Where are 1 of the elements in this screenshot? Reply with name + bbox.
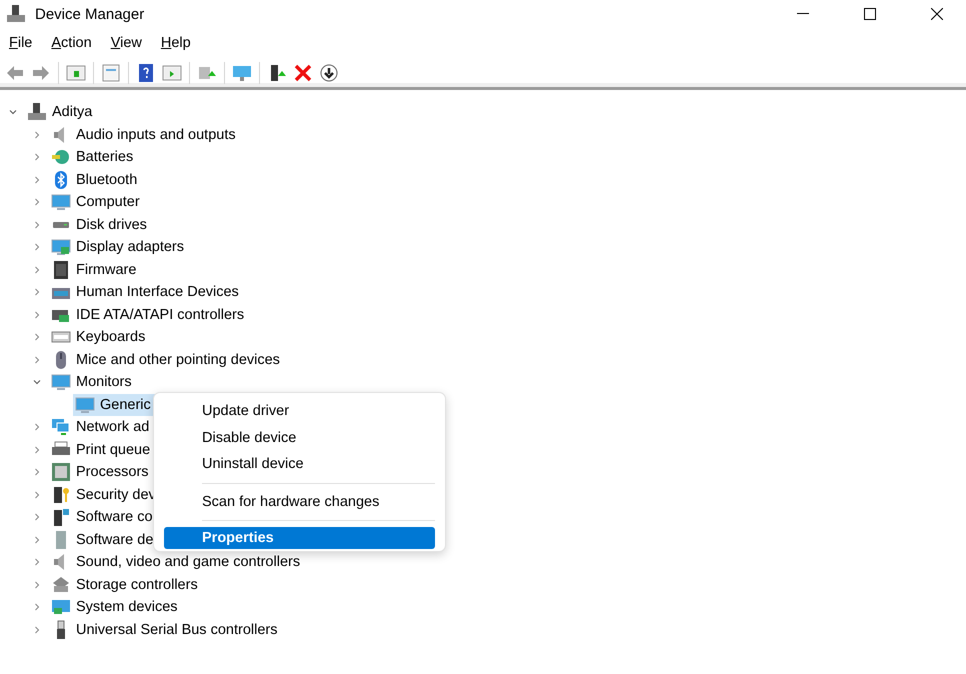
window-title: Device Manager (35, 6, 144, 22)
